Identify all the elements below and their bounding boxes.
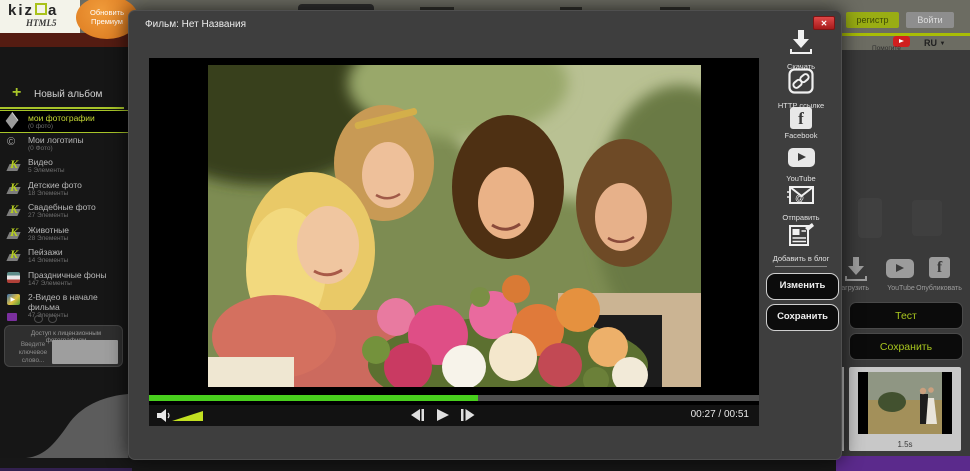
app-root: kiza HTML5 Обновить Премиум регистр Войт…: [0, 0, 970, 471]
player-controls: 00:27 / 00:51: [149, 405, 759, 426]
player-progress-fill: [149, 395, 478, 401]
modal-title: Фильм: Нет Названия: [145, 19, 246, 30]
sidebar-item-partial[interactable]: [0, 311, 128, 325]
http-link-button[interactable]: HTTP ссылке: [761, 68, 841, 110]
timeline-track: [836, 456, 970, 471]
kizoa-clip-icon: [7, 227, 22, 240]
film-preview-modal: Фильм: Нет Названия ✕: [128, 10, 842, 460]
seek-bar[interactable]: [149, 395, 759, 401]
download-icon: [789, 29, 813, 55]
language-selector[interactable]: RU ▼: [924, 38, 945, 48]
video-flag-icon: [7, 294, 20, 305]
thumbnail-mat: [858, 372, 952, 434]
timeline-clip-thumbnail[interactable]: 1.5s: [849, 367, 961, 451]
kizoa-clip-icon: [7, 159, 22, 172]
volume-control[interactable]: [157, 409, 205, 422]
disabled-action-icon: [858, 198, 882, 238]
facebook-publish-icon[interactable]: f: [929, 257, 950, 278]
dot-icon: [48, 315, 57, 323]
youtube-publish-icon[interactable]: [886, 259, 914, 278]
sidebar-item-animals[interactable]: Животные 28 Элементы: [0, 223, 128, 246]
sidebar-item-landscapes[interactable]: Пейзажи 14 Элементы: [0, 245, 128, 268]
download-film-button[interactable]: Скачать: [761, 29, 841, 71]
sidebar-item-intro-videos[interactable]: 2-Видео в начале фильма 47 Элементы: [0, 290, 128, 313]
sidebar-item-wedding-photos[interactable]: Свадебные фото 27 Элементы: [0, 200, 128, 223]
copyright-icon: ©: [7, 137, 15, 148]
sidebar-item-video[interactable]: Видео 5 Элементы: [0, 155, 128, 178]
save-button[interactable]: Сохранить: [766, 304, 839, 331]
video-frame-bridesmaids[interactable]: [208, 65, 701, 387]
logo-o-square: [35, 3, 47, 15]
svg-text:@: @: [795, 193, 804, 203]
register-button[interactable]: регистр: [846, 12, 899, 28]
kizoa-logo[interactable]: kiza HTML5: [0, 0, 80, 33]
brand-subtitle: HTML5: [26, 18, 57, 28]
facebook-icon: f: [790, 107, 812, 129]
keyword-label: Введите ключевое слово...: [10, 341, 56, 365]
photos-icon: [6, 112, 19, 129]
edit-button[interactable]: Изменить: [766, 273, 839, 300]
email-icon: @: [787, 184, 815, 206]
sidebar-item-kids-photos[interactable]: Детские фото 18 Элементы: [0, 178, 128, 201]
new-album-button[interactable]: + Новый альбом: [0, 85, 124, 109]
time-display: 00:27 / 00:51: [691, 409, 749, 420]
share-panel: Скачать HTTP ссылке f Facebook YouTube: [761, 11, 841, 461]
help-link[interactable]: Помогите: [872, 45, 901, 52]
save-workspace-button[interactable]: Сохранить: [849, 333, 963, 360]
youtube-share-button[interactable]: YouTube: [761, 146, 841, 183]
link-icon: [788, 68, 814, 94]
publish-facebook-label: Опубликовать: [912, 285, 966, 292]
license-photos-panel: Доступ к лицензионным фотографиям Введит…: [4, 325, 123, 367]
decorative-swoosh: [26, 392, 128, 458]
add-to-blog-button[interactable]: Добавить в блог: [761, 222, 841, 263]
login-button[interactable]: Войти: [906, 12, 954, 28]
kizoa-clip-icon: [7, 204, 22, 217]
download-icon[interactable]: [845, 256, 867, 282]
chevron-down-icon: ▼: [940, 41, 946, 47]
blog-icon: [788, 222, 814, 247]
dot-icon: [34, 315, 43, 323]
plus-icon: +: [12, 84, 21, 102]
backgrounds-stack-icon: [7, 272, 20, 283]
sidebar-item-my-photos[interactable]: мои фотографии (0 фото): [0, 110, 128, 133]
panel-divider: [775, 266, 827, 267]
facebook-share-button[interactable]: f Facebook: [761, 107, 841, 140]
play-button[interactable]: [437, 409, 449, 421]
kizoa-clip-icon: [7, 182, 22, 195]
album-list: мои фотографии (0 фото) © Мои логотипы (…: [0, 110, 128, 313]
video-player: 00:27 / 00:51: [149, 58, 759, 426]
wedding-clip-preview: [858, 372, 952, 434]
sidebar-item-holiday-backgrounds[interactable]: Праздничные фоны 147 Элементы: [0, 268, 128, 291]
keyword-search-input[interactable]: [52, 340, 118, 364]
kizoa-clip-icon: [7, 249, 22, 262]
sidebar-item-my-logos[interactable]: © Мои логотипы (0 Фото): [0, 133, 128, 156]
test-button[interactable]: Тест: [849, 302, 963, 329]
send-email-button[interactable]: @ Отправить: [761, 184, 841, 222]
youtube-icon: [788, 148, 815, 167]
step-back-button[interactable]: [411, 409, 425, 421]
brand-text: kiza: [8, 2, 58, 19]
collection-icon: [7, 313, 17, 321]
step-forward-button[interactable]: [461, 409, 475, 421]
clip-duration-label: 1.5s: [849, 440, 961, 449]
disabled-action-icon: [912, 200, 942, 236]
